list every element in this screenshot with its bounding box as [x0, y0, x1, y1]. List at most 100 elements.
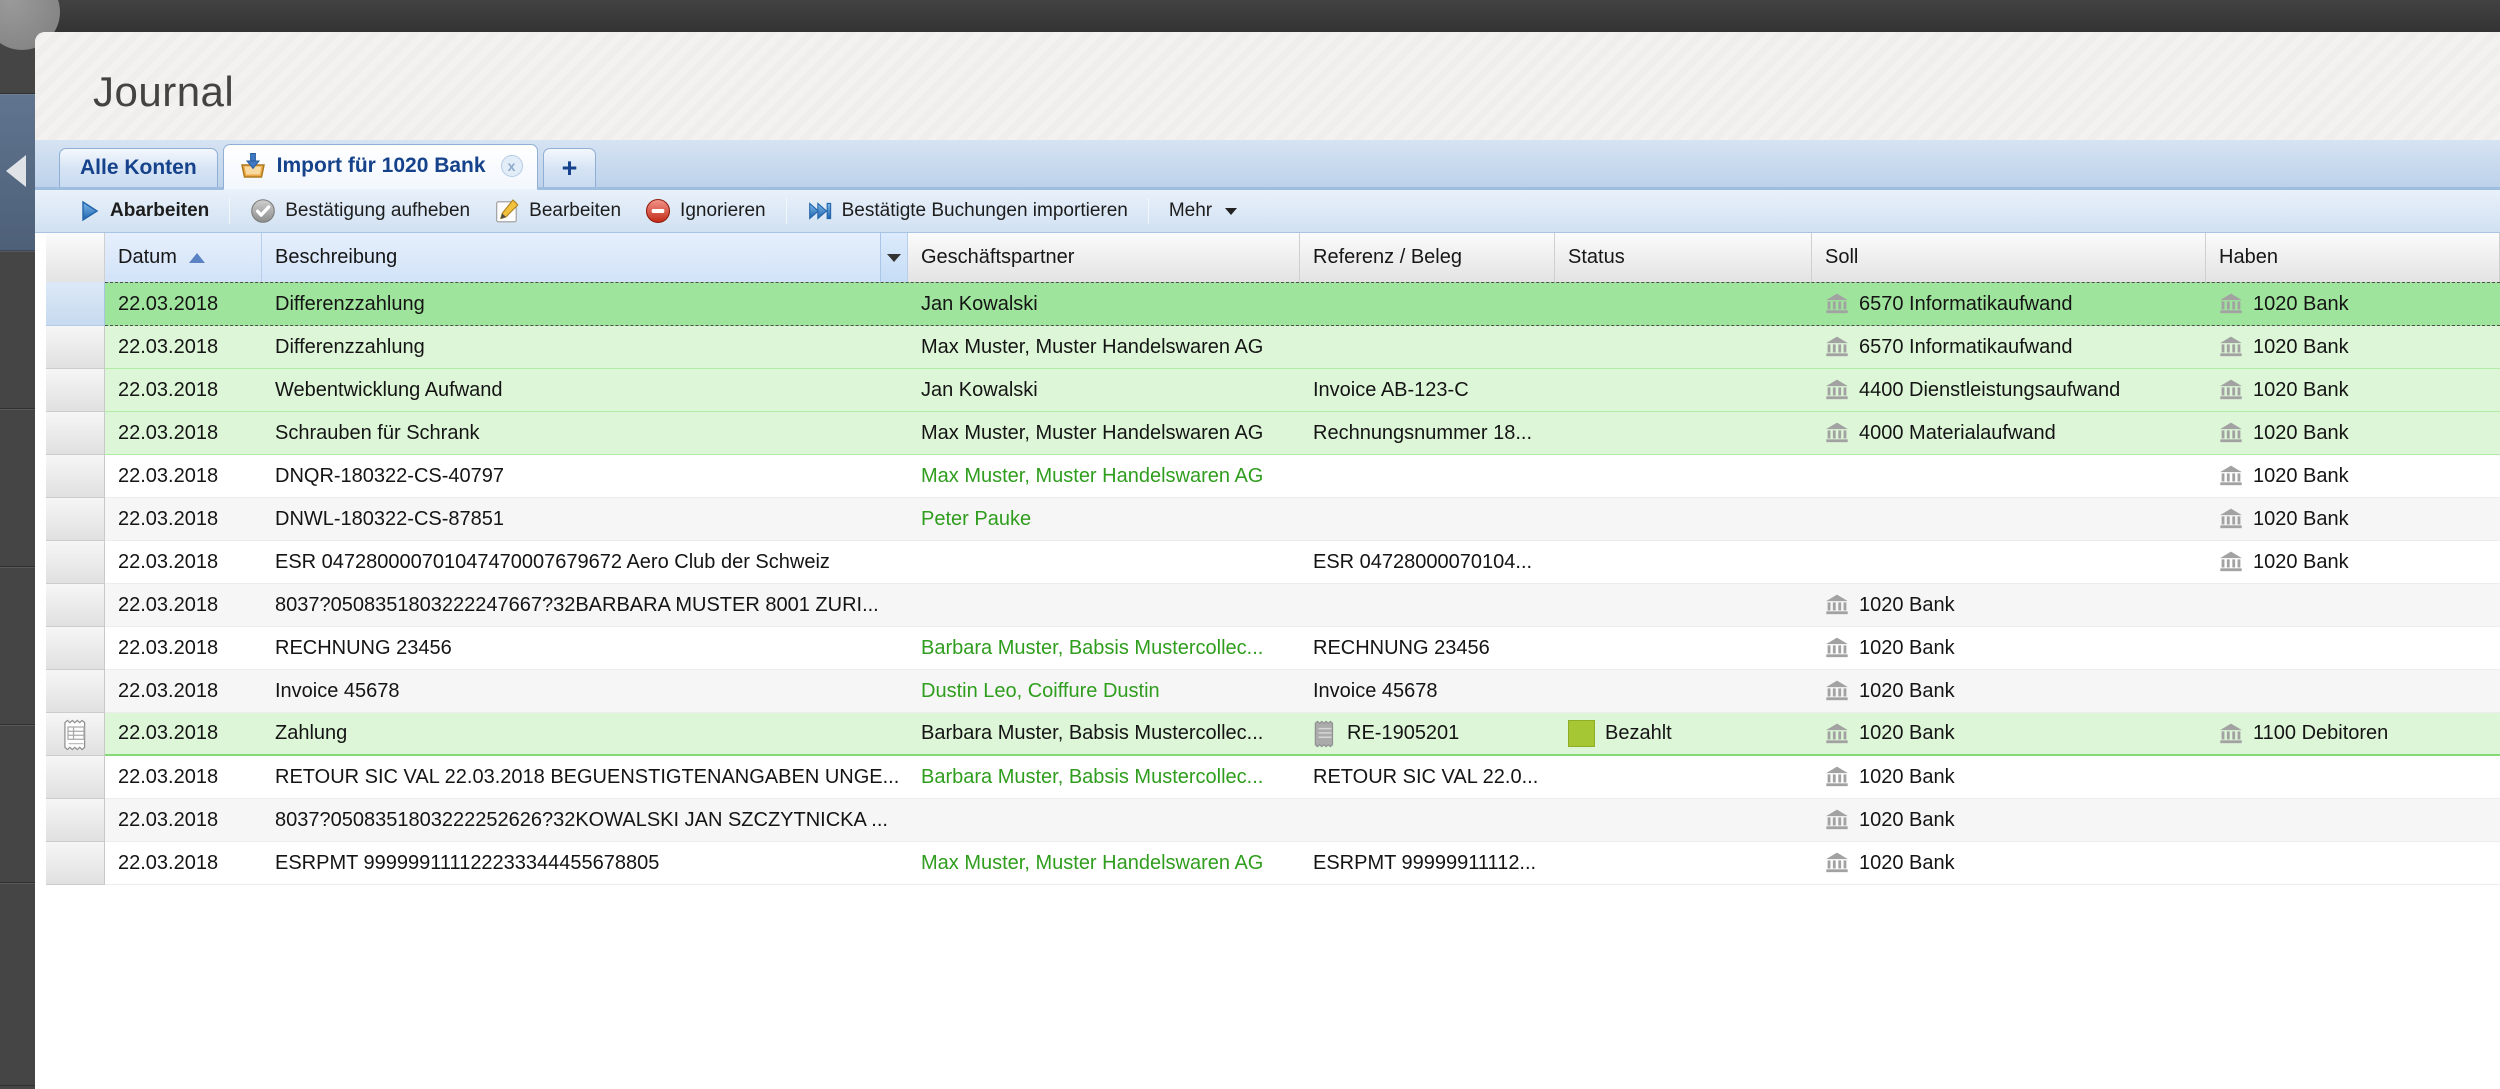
column-header-status[interactable]: Status — [1555, 233, 1812, 282]
cell-haben — [2206, 799, 2500, 841]
journal-row[interactable]: 22.03.2018RETOUR SIC VAL 22.03.2018 BEGU… — [46, 756, 2500, 799]
row-gutter-cell[interactable] — [46, 670, 105, 713]
ignorieren-button[interactable]: Ignorieren — [633, 194, 778, 228]
abarbeiten-button[interactable]: Abarbeiten — [65, 195, 221, 227]
cell-haben: 1020 Bank — [2206, 326, 2500, 368]
row-gutter-cell[interactable] — [46, 455, 105, 498]
cell-haben: 1020 Bank — [2206, 541, 2500, 583]
cell-referenz — [1300, 283, 1555, 325]
status-label: Bezahlt — [1605, 722, 1672, 745]
cell-status: Bezahlt — [1555, 713, 1812, 754]
soll-account: 4000 Materialaufwand — [1859, 422, 2056, 445]
toolbar-button-label: Abarbeiten — [110, 200, 209, 222]
cell-beschreibung: Differenzzahlung — [262, 283, 908, 325]
journal-row[interactable]: 22.03.2018ESR 04728000070104747000767967… — [46, 541, 2500, 584]
column-header-referenz[interactable]: Referenz / Beleg — [1300, 233, 1555, 282]
mehr-button[interactable]: Mehr — [1157, 196, 1249, 226]
journal-row[interactable]: 22.03.2018DifferenzzahlungJan Kowalski65… — [46, 282, 2500, 326]
tab-import-1020-bank[interactable]: Import für 1020 Bank x — [223, 144, 538, 190]
row-gutter-cell[interactable] — [46, 369, 105, 412]
journal-row[interactable]: 22.03.2018Schrauben für SchrankMax Muste… — [46, 412, 2500, 455]
bank-icon — [1825, 593, 1849, 617]
row-gutter-cell[interactable] — [46, 498, 105, 541]
row-gutter-cell[interactable] — [46, 541, 105, 584]
datum-value: 22.03.2018 — [118, 680, 218, 703]
play-icon — [77, 199, 101, 223]
bank-icon — [1825, 679, 1849, 703]
column-header-datum[interactable]: Datum — [105, 233, 262, 282]
row-gutter-cell[interactable] — [46, 326, 105, 369]
row-gutter-cell[interactable] — [46, 756, 105, 799]
bank-icon — [1825, 636, 1849, 660]
journal-row[interactable]: 22.03.2018DNQR-180322-CS-40797Max Muster… — [46, 455, 2500, 498]
row-gutter-cell[interactable] — [46, 282, 105, 326]
tab-label: Import für 1020 Bank — [277, 154, 486, 178]
sidebar-expand-strip[interactable] — [0, 94, 35, 251]
haben-account: 1020 Bank — [2253, 465, 2349, 488]
cell-partner: Max Muster, Muster Handelswaren AG — [908, 412, 1300, 454]
cell-datum: 22.03.2018 — [105, 670, 262, 712]
close-tab-icon[interactable]: x — [501, 155, 523, 177]
journal-row[interactable]: 22.03.2018 Invoice 45678 Dustin Leo, Coiff… — [46, 670, 2500, 713]
new-tab-button[interactable]: + — [543, 148, 597, 187]
row-gutter-cell[interactable] — [46, 842, 105, 885]
cell-referenz — [1300, 326, 1555, 368]
cell-datum: 22.03.2018 — [105, 412, 262, 454]
datum-value: 22.03.2018 — [118, 422, 218, 445]
partner-link[interactable]: Dustin Leo, Coiffure Dustin — [921, 680, 1160, 703]
column-menu-trigger[interactable] — [880, 233, 907, 282]
cell-beschreibung: ESR 047280000701047470007679672 Aero Clu… — [262, 541, 908, 583]
row-gutter-cell[interactable] — [46, 799, 105, 842]
referenz-value: Invoice AB-123-C — [1313, 379, 1469, 402]
partner-link[interactable]: Peter Pauke — [921, 508, 1031, 531]
cell-partner: Max Muster, Muster Handelswaren AG — [908, 842, 1300, 884]
referenz-value: Rechnungsnummer 18... — [1313, 422, 1532, 445]
row-gutter-cell[interactable] — [46, 412, 105, 455]
row-gutter-cell[interactable] — [46, 627, 105, 670]
partner-link[interactable]: Max Muster, Muster Handelswaren AG — [921, 852, 1263, 875]
sort-asc-icon — [189, 253, 205, 263]
row-gutter-cell[interactable] — [46, 584, 105, 627]
cell-datum: 22.03.2018 — [105, 842, 262, 884]
cell-referenz: Invoice 45678 — [1300, 670, 1555, 712]
journal-row[interactable]: 22.03.20188037?0508351803222247667?32BAR… — [46, 584, 2500, 627]
column-header-soll[interactable]: Soll — [1812, 233, 2206, 282]
journal-row[interactable]: 22.03.2018DNWL-180322-CS-87851Peter Pauk… — [46, 498, 2500, 541]
bank-icon — [1825, 292, 1849, 316]
column-header-label: Beschreibung — [275, 246, 397, 269]
cell-referenz — [1300, 584, 1555, 626]
journal-row[interactable]: 22.03.2018DifferenzzahlungMax Muster, Mu… — [46, 326, 2500, 369]
expand-left-arrow-icon — [6, 155, 26, 187]
haben-account: 1020 Bank — [2253, 551, 2349, 574]
toolbar: Abarbeiten Bestätigung aufhebenBearbeiten… — [35, 190, 2500, 232]
journal-row[interactable]: 22.03.20188037?0508351803222252626?32KOW… — [46, 799, 2500, 842]
tab-alle-konten[interactable]: Alle Konten — [59, 148, 218, 187]
soll-account: 6570 Informatikaufwand — [1859, 336, 2072, 359]
partner-link[interactable]: Barbara Muster, Babsis Mustercollec... — [921, 766, 1263, 789]
row-gutter-cell[interactable] — [46, 713, 105, 756]
bestaetigte-buchungen-importieren-button[interactable]: Bestätigte Buchungen importieren — [795, 194, 1140, 228]
cell-partner: Barbara Muster, Babsis Mustercollec... — [908, 713, 1300, 754]
bearbeiten-button[interactable]: Bearbeiten — [482, 194, 633, 228]
cell-partner — [908, 541, 1300, 583]
partner-link[interactable]: Max Muster, Muster Handelswaren AG — [921, 465, 1263, 488]
soll-account: 1020 Bank — [1859, 680, 1955, 703]
column-header-partner[interactable]: Geschäftspartner — [908, 233, 1300, 282]
grid-body: 22.03.2018DifferenzzahlungJan Kowalski65… — [46, 282, 2500, 885]
import-confirmed-icon — [807, 198, 833, 224]
journal-row[interactable]: 22.03.2018ESRPMT 99999911112223334445567… — [46, 842, 2500, 885]
beschreibung-value: Differenzzahlung — [275, 293, 425, 316]
column-header-beschreibung[interactable]: Beschreibung — [262, 233, 908, 282]
journal-row[interactable]: 22.03.2018Webentwicklung AufwandJan Kowa… — [46, 369, 2500, 412]
haben-account: 1020 Bank — [2253, 379, 2349, 402]
haben-account: 1100 Debitoren — [2253, 722, 2388, 745]
column-header-haben[interactable]: Haben — [2206, 233, 2500, 282]
journal-row[interactable]: 22.03.2018RECHNUNG 23456Barbara Muster, … — [46, 627, 2500, 670]
cell-referenz: Invoice AB-123-C — [1300, 369, 1555, 411]
journal-row[interactable]: 22.03.2018ZahlungBarbara Muster, Babsis … — [46, 713, 2500, 756]
partner-link[interactable]: Barbara Muster, Babsis Mustercollec... — [921, 637, 1263, 660]
beschreibung-value: 8037?0508351803222252626?32KOWALSKI JAN … — [275, 809, 888, 832]
partner-link: Max Muster, Muster Handelswaren AG — [921, 422, 1263, 445]
soll-account: 1020 Bank — [1859, 809, 1955, 832]
bestaetigung-aufheben-button[interactable]: Bestätigung aufheben — [238, 194, 482, 228]
